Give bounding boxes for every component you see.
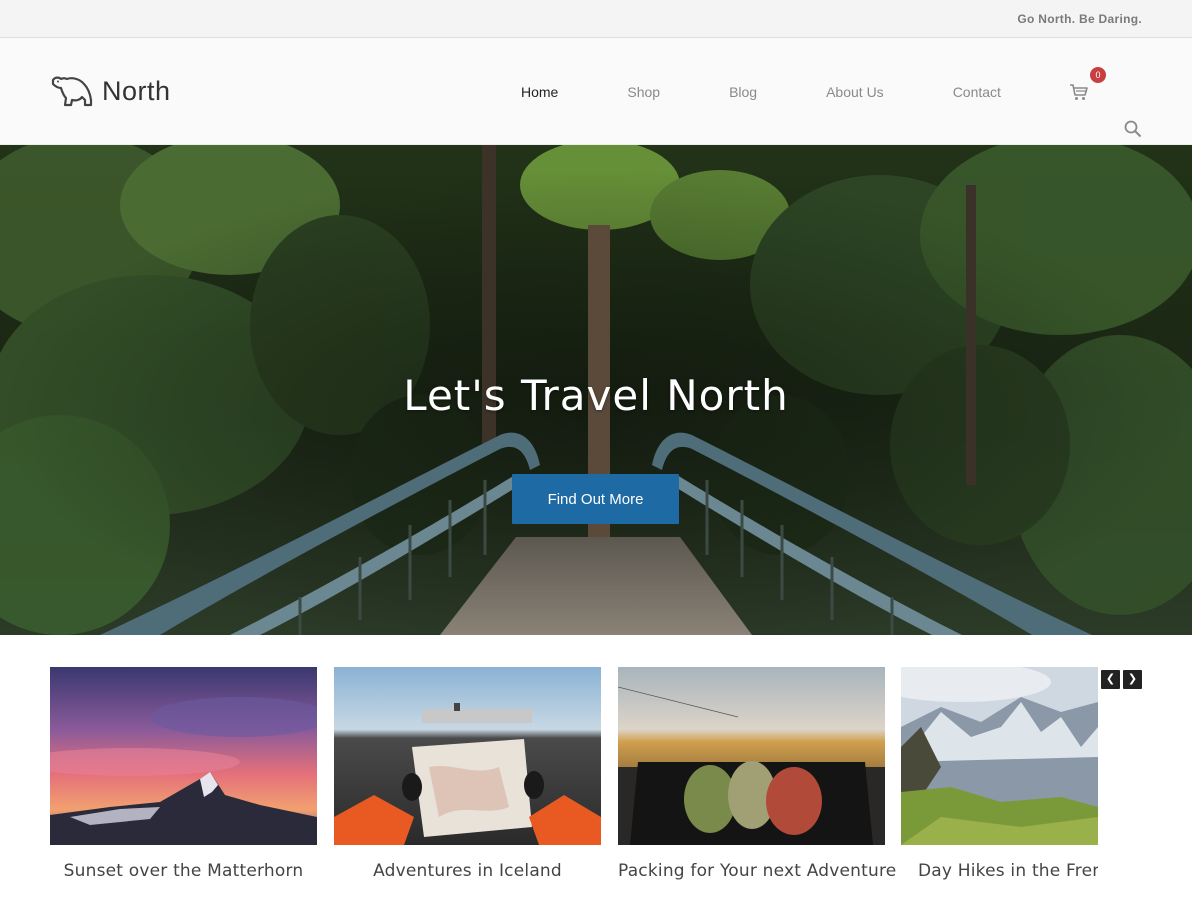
site-title: North (102, 75, 171, 106)
chevron-right-icon: ❯ (1127, 673, 1138, 685)
cart-button[interactable]: 0 (1069, 67, 1106, 104)
hero-title: Let's Travel North (403, 371, 789, 420)
matterhorn-sunset-picture (50, 667, 317, 845)
carousel-card[interactable]: Sunset over the Matterhorn (50, 667, 317, 881)
carousel-card-title[interactable]: Day Hikes in the French Alps (901, 861, 1098, 881)
iceland-image[interactable] (334, 667, 601, 845)
carousel-card-title[interactable]: Adventures in Iceland (334, 861, 601, 881)
french-alps-image[interactable] (901, 667, 1098, 845)
truck-bed-packs-picture (618, 667, 885, 845)
carousel-card[interactable]: Adventures in Iceland (334, 667, 601, 881)
matterhorn-sunset-image[interactable] (50, 667, 317, 845)
top-bar: Go North. Be Daring. (0, 0, 1192, 38)
featured-posts-carousel: Sunset over the Matterhorn Adventures in… (0, 635, 1192, 898)
nav-contact[interactable]: Contact (953, 84, 1001, 100)
nav-shop[interactable]: Shop (627, 84, 660, 100)
polar-bear-icon (51, 76, 93, 107)
iceland-map-picture (334, 667, 601, 845)
find-out-more-button[interactable]: Find Out More (512, 474, 679, 524)
hero-banner: Let's Travel North Find Out More (0, 145, 1192, 635)
carousel-next-button[interactable]: ❯ (1123, 670, 1142, 689)
cart-icon (1070, 84, 1088, 100)
carousel-prev-button[interactable]: ❮ (1101, 670, 1120, 689)
site-logo[interactable]: North (50, 73, 171, 109)
site-tagline: Go North. Be Daring. (1017, 11, 1142, 26)
nav-blog[interactable]: Blog (729, 84, 757, 100)
cart-count-badge: 0 (1090, 67, 1106, 83)
carousel-card-title[interactable]: Packing for Your next Adventure (618, 861, 896, 881)
main-nav: Home Shop Blog About Us Contact (521, 38, 1001, 145)
packing-image[interactable] (618, 667, 885, 845)
carousel-card[interactable]: Packing for Your next Adventure (618, 667, 896, 881)
nav-about-us[interactable]: About Us (826, 84, 884, 100)
nav-home[interactable]: Home (521, 84, 558, 100)
site-header: North Home Shop Blog About Us Contact 0 (0, 38, 1192, 145)
carousel-card-title[interactable]: Sunset over the Matterhorn (50, 861, 317, 881)
carousel-card[interactable]: Day Hikes in the French Alps (901, 667, 1098, 881)
chevron-left-icon: ❮ (1105, 673, 1116, 685)
search-icon (1124, 120, 1142, 138)
search-button[interactable] (1124, 120, 1142, 138)
alpine-mountains-picture (901, 667, 1098, 845)
